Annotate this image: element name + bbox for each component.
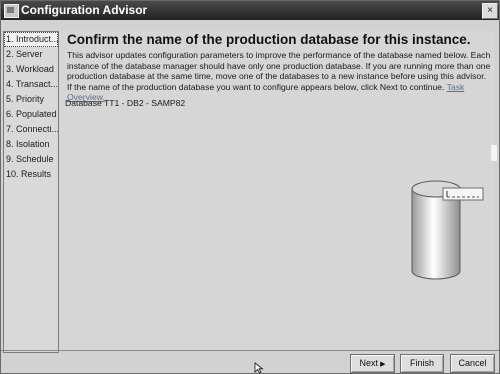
description-text: This advisor updates configuration param… [67,50,493,103]
next-arrow-icon: ▶ [380,361,386,368]
sidebar-item-results[interactable]: 10. Results [4,167,58,182]
mouse-cursor-icon [254,362,264,374]
sidebar-item-transactions[interactable]: 4. Transact... [4,77,58,92]
main-panel: Confirm the name of the production datab… [59,31,497,351]
next-button-label: Next [359,358,379,368]
description-paragraph: This advisor updates configuration param… [67,50,491,92]
cancel-button[interactable]: Cancel [450,354,495,373]
next-button[interactable]: Next ▶ [350,354,395,373]
sidebar-item-introduction[interactable]: 1. Introduct... [4,32,58,47]
configuration-advisor-window: Configuration Advisor × 1. Introduct... … [0,0,500,374]
sidebar-item-priority[interactable]: 5. Priority [4,92,58,107]
sidebar-item-connections[interactable]: 7. Connecti... [4,122,58,137]
title-bar: Configuration Advisor × [1,1,499,20]
sidebar-item-workload[interactable]: 3. Workload [4,62,58,77]
sidebar-item-populated[interactable]: 6. Populated [4,107,58,122]
app-icon [4,4,19,18]
sidebar-item-server[interactable]: 2. Server [4,47,58,62]
scroll-indicator [491,145,497,161]
wizard-steps-sidebar: 1. Introduct... 2. Server 3. Workload 4.… [3,31,59,353]
finish-button[interactable]: Finish [400,354,444,373]
close-button[interactable]: × [482,3,498,19]
button-bar-separator [1,350,499,351]
sidebar-item-schedule[interactable]: 9. Schedule [4,152,58,167]
page-heading: Confirm the name of the production datab… [67,32,471,47]
sidebar-item-isolation[interactable]: 8. Isolation [4,137,58,152]
database-cylinder-icon [411,180,484,280]
database-name: Database TT1 - DB2 - SAMP82 [65,98,186,108]
window-title: Configuration Advisor [21,3,148,17]
